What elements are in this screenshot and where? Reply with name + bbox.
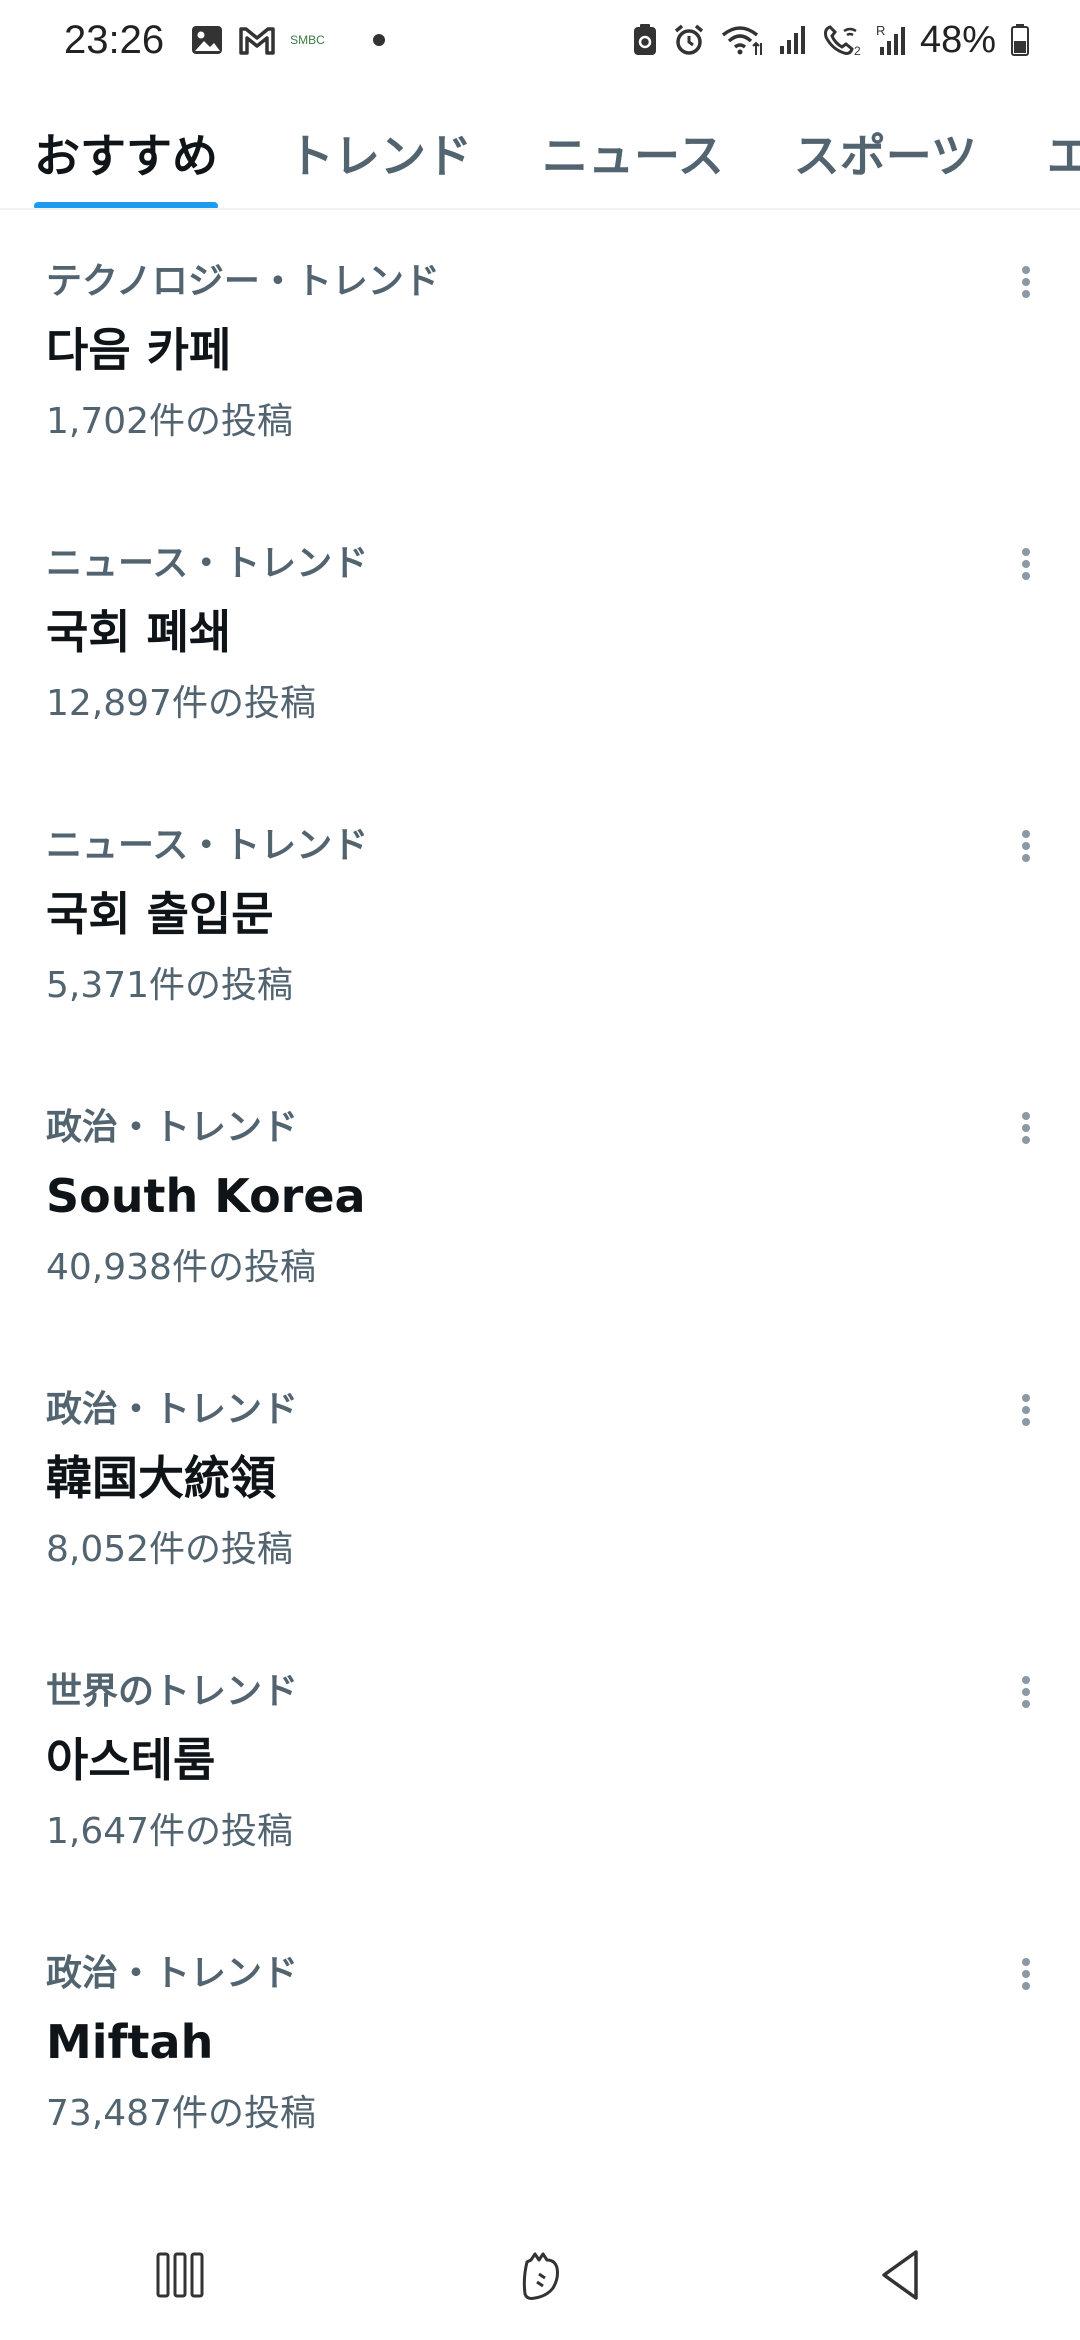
tab-label: スポーツ [793,129,977,183]
trend-post-count: 40,938件の投稿 [46,1247,316,1288]
tab-sports[interactable]: スポーツ [793,96,977,208]
trend-item[interactable]: 政治・トレンド Miftah 73,487件の投稿 [0,1904,1080,2186]
roaming-signal-icon: R [876,23,906,57]
battery-icon [1010,23,1030,57]
smbc-icon: SMBC [290,33,325,47]
wifi-calling-icon: 2 [822,23,862,57]
signal-icon [778,24,808,56]
gallery-icon [190,23,224,57]
trend-post-count: 5,371件の投稿 [46,965,294,1006]
trend-category: 政治・トレンド [46,1389,299,1430]
back-icon[interactable] [850,2225,950,2325]
trend-post-count: 1,702件の投稿 [46,401,294,442]
battery-percent: 48% [919,18,996,61]
trend-post-count: 1,647件の投稿 [46,1811,294,1852]
trend-title: Miftah [46,2015,214,2069]
status-time: 23:26 [64,17,165,62]
tab-entertainment[interactable]: エンターテインメント [1047,96,1080,208]
tab-label: トレンド [288,129,472,183]
more-options-icon[interactable] [1008,1388,1044,1432]
trend-list: テクノロジー・トレンド 다음 카페 1,702件の投稿 ニュース・トレンド 국회… [0,212,1080,2186]
tab-label: ニュース [542,129,724,183]
sync-icon [632,23,658,57]
active-tab-indicator [34,202,218,208]
svg-text:2: 2 [854,44,861,57]
trend-title: 다음 카페 [46,323,232,377]
tab-trending[interactable]: トレンド [288,96,472,208]
trend-category: 政治・トレンド [46,1953,299,1994]
tab-bar: おすすめ トレンド ニュース スポーツ エンターテインメント [0,96,1080,210]
gmail-icon [238,25,276,55]
trend-item[interactable]: 政治・トレンド South Korea 40,938件の投稿 [0,1058,1080,1340]
trend-item[interactable]: ニュース・トレンド 국회 출입문 5,371件の投稿 [0,776,1080,1058]
more-options-icon[interactable] [1008,542,1044,586]
trend-title: 국회 폐쇄 [46,605,232,659]
status-bar-right: 2 R 48% [632,19,1030,62]
trend-item[interactable]: テクノロジー・トレンド 다음 카페 1,702件の投稿 [0,212,1080,494]
tab-news[interactable]: ニュース [542,96,724,208]
trend-title: South Korea [46,1169,366,1223]
trend-post-count: 12,897件の投稿 [46,683,316,724]
more-options-icon[interactable] [1008,260,1044,304]
more-options-icon[interactable] [1008,824,1044,868]
svg-text:R: R [876,23,885,38]
trend-title: 국회 출입문 [46,887,274,941]
status-bar-left: 23:26 SMBC [64,18,385,63]
tab-label: エンターテインメント [1047,129,1080,183]
recent-apps-icon[interactable] [130,2225,230,2325]
tab-recommended[interactable]: おすすめ [34,96,218,208]
more-options-icon[interactable] [1008,1670,1044,1714]
wifi-icon [720,23,764,57]
tab-label: おすすめ [34,129,218,183]
trend-category: 世界のトレンド [46,1671,299,1712]
trend-title: 아스테룸 [46,1733,216,1787]
trend-post-count: 8,052件の投稿 [46,1529,294,1570]
alarm-icon [672,23,706,57]
trend-category: ニュース・トレンド [46,825,369,866]
trend-post-count: 73,487件の投稿 [46,2093,316,2134]
system-nav-bar [0,2210,1080,2340]
trend-item[interactable]: ニュース・トレンド 국회 폐쇄 12,897件の投稿 [0,494,1080,776]
trend-category: ニュース・トレンド [46,543,369,584]
status-bar: 23:26 SMBC 2 R 48% [0,0,1080,80]
trend-category: 政治・トレンド [46,1107,299,1148]
home-icon[interactable] [490,2225,590,2325]
trend-title: 韓国大統領 [46,1451,276,1505]
notification-dot [372,34,385,46]
trend-item[interactable]: 世界のトレンド 아스테룸 1,647件の投稿 [0,1622,1080,1904]
trend-category: テクノロジー・トレンド [46,261,440,302]
more-options-icon[interactable] [1008,1106,1044,1150]
trend-item[interactable]: 政治・トレンド 韓国大統領 8,052件の投稿 [0,1340,1080,1622]
more-options-icon[interactable] [1008,1952,1044,1996]
